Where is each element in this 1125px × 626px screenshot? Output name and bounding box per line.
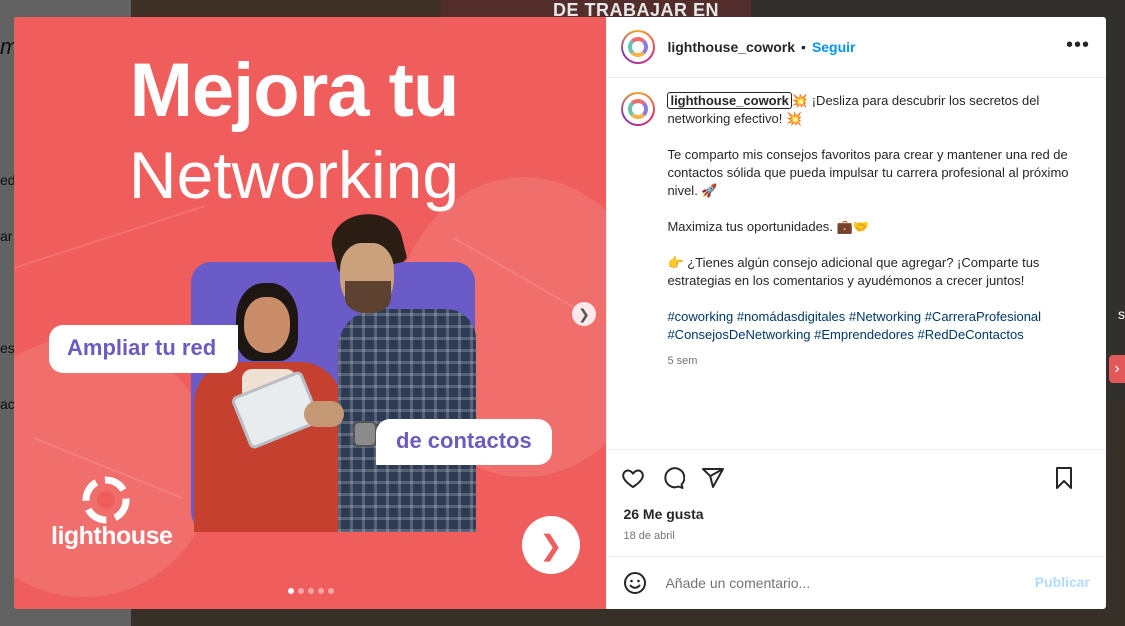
carousel-indicator: [14, 588, 606, 594]
bookmark-icon[interactable]: [1052, 466, 1076, 490]
pill-ampliar: Ampliar tu red: [49, 325, 239, 373]
like-count[interactable]: 26 Me gusta: [607, 506, 1106, 528]
heart-icon[interactable]: [621, 466, 645, 490]
more-options-icon[interactable]: •••: [1066, 35, 1090, 55]
carousel-dot: [307, 588, 314, 594]
headline-light: Networking: [128, 138, 460, 212]
avatar[interactable]: [621, 92, 656, 126]
post-header: lighthouse_cowork • Seguir •••: [607, 17, 1106, 78]
background-text: s: [1118, 306, 1125, 322]
lighthouse-avatar-icon: [628, 37, 649, 57]
caption-paragraph: Te comparto mis consejos favoritos para …: [667, 147, 1073, 198]
post-media[interactable]: Mejora tu Networking Ampliar tu red de c…: [14, 17, 607, 609]
follow-button[interactable]: Seguir: [812, 39, 856, 55]
post-date: 18 de abril: [623, 530, 675, 542]
caption-paragraph: lighthouse_cowork 💥 ¡Desliza para descubr…: [667, 92, 1043, 126]
emoji-icon[interactable]: [623, 571, 647, 595]
caption-paragraph: Maximiza tus oportunidades. 💼🤝: [667, 219, 869, 234]
carousel-next-button[interactable]: ❯: [572, 302, 596, 326]
separator-dot: •: [801, 39, 806, 55]
hashtags[interactable]: #coworking #nomádasdigitales #Networking…: [667, 308, 1077, 344]
lighthouse-logo-text: lighthouse: [51, 522, 173, 550]
caption-section: lighthouse_cowork 💥 ¡Desliza para descubr…: [607, 78, 1106, 449]
comment-icon[interactable]: [661, 466, 686, 490]
headline-bold: Mejora tu: [129, 48, 460, 133]
carousel-dot: [327, 588, 334, 594]
comment-input[interactable]: [663, 574, 1008, 592]
caption-paragraph: 👉 ¿Tienes algún consejo adicional que ag…: [667, 255, 1044, 288]
lighthouse-logo-icon: [79, 473, 133, 527]
chevron-right-icon: ❯: [522, 516, 580, 574]
background-next-icon: ›: [1109, 355, 1125, 383]
caption-text: lighthouse_cowork 💥 ¡Desliza para descubr…: [667, 92, 1077, 449]
lighthouse-avatar-icon: [628, 99, 649, 119]
share-icon[interactable]: [701, 466, 725, 490]
post-age[interactable]: 5 sem: [667, 352, 1077, 370]
carousel-dot: [317, 588, 324, 594]
caption-username[interactable]: lighthouse_cowork: [667, 92, 792, 109]
post-details-panel: lighthouse_cowork • Seguir ••• lighthous…: [606, 17, 1106, 609]
avatar[interactable]: [621, 30, 656, 64]
carousel-dot: [297, 588, 304, 594]
pill-contactos: de contactos: [376, 419, 552, 465]
publish-button[interactable]: Publicar: [1035, 574, 1090, 590]
post-modal: Mejora tu Networking Ampliar tu red de c…: [14, 17, 1106, 609]
carousel-dot: [287, 588, 294, 594]
header-username[interactable]: lighthouse_cowork: [667, 39, 795, 55]
comment-bar: Publicar: [607, 556, 1106, 609]
action-bar: [607, 449, 1106, 506]
